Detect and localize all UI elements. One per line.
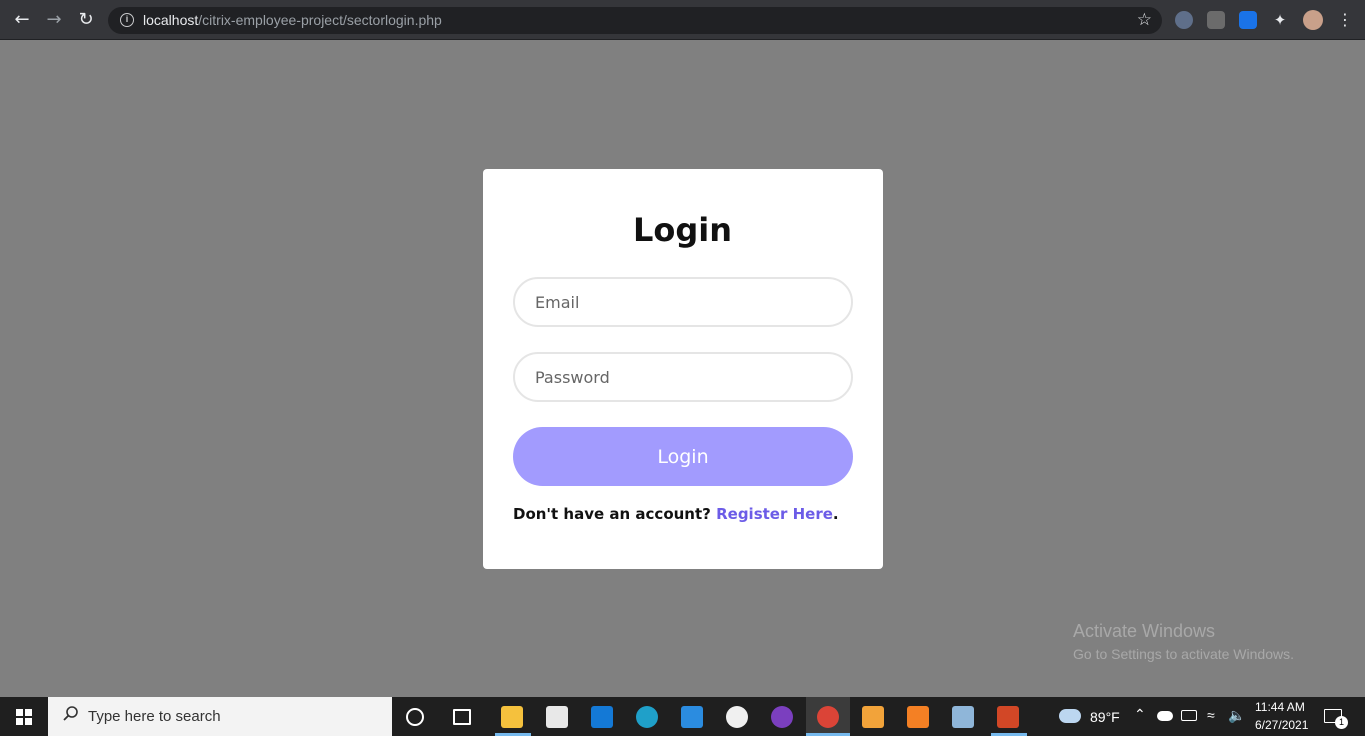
reload-icon[interactable]: ↻ [74,8,98,32]
search-icon [63,706,78,721]
login-title: Login [632,211,733,249]
extensions-puzzle-icon[interactable]: ✦ [1271,11,1289,29]
file-explorer-icon[interactable] [501,706,523,728]
back-arrow-icon[interactable]: ← [10,8,34,32]
wifi-icon[interactable]: ≈ [1207,707,1215,723]
c-extension-icon[interactable] [1239,11,1257,29]
battery-icon[interactable] [1181,710,1197,721]
mongodb-compass-icon[interactable] [726,706,748,728]
taskbar-search-box[interactable]: Type here to search [48,697,392,736]
start-button[interactable] [0,697,48,736]
clock-date[interactable]: 6/27/2021 [1255,718,1308,732]
email-input[interactable] [513,277,853,327]
microsoft-store-icon[interactable] [546,706,568,728]
notepad-icon[interactable] [952,706,974,728]
address-bar[interactable]: i localhost/citrix-employee-project/sect… [108,7,1162,34]
login-button[interactable]: Login [513,427,853,486]
cursor-extension-icon[interactable] [1175,11,1193,29]
browser-toolbar: ← → ↻ i localhost/citrix-employee-projec… [0,0,1365,40]
windows-logo-icon [16,708,32,725]
watermark-subtitle: Go to Settings to activate Windows. [1073,646,1294,662]
password-input[interactable] [513,352,853,402]
windows-taskbar: Type here to search 89°F ⌃ ≈ 🔈 11:44 AM … [0,697,1365,736]
volume-icon[interactable]: 🔈 [1228,707,1245,724]
github-desktop-icon[interactable] [771,706,793,728]
sublime-text-icon[interactable] [862,706,884,728]
register-link[interactable]: Register Here [716,505,833,523]
forward-arrow-icon[interactable]: → [42,8,66,32]
chrome-icon[interactable] [817,706,839,728]
cloud-extension-icon[interactable] [1207,11,1225,29]
profile-avatar[interactable] [1303,10,1323,30]
bookmark-star-icon[interactable]: ☆ [1137,10,1152,30]
weather-cloud-icon[interactable] [1059,709,1081,723]
mail-icon[interactable] [591,706,613,728]
activate-windows-watermark: Activate Windows Go to Settings to activ… [1073,621,1294,662]
xampp-icon[interactable] [907,706,929,728]
powerpoint-icon[interactable] [997,706,1019,728]
menu-kebab-icon[interactable]: ⋮ [1337,11,1353,29]
weather-temperature[interactable]: 89°F [1090,709,1120,725]
site-info-icon[interactable]: i [120,13,134,27]
register-prompt-text: Don't have an account? [513,505,711,523]
address-url[interactable]: localhost/citrix-employee-project/sector… [143,12,442,28]
cortana-icon[interactable] [406,708,424,726]
search-placeholder: Type here to search [88,708,221,725]
edge-icon[interactable] [636,706,658,728]
notification-count-badge: 1 [1335,716,1348,729]
watermark-title: Activate Windows [1073,621,1216,641]
onedrive-icon[interactable] [1157,711,1173,721]
vscode-icon[interactable] [681,706,703,728]
register-prompt: Don't have an account? Register Here. [513,505,839,523]
register-suffix: . [832,505,839,523]
task-view-icon[interactable] [453,709,471,725]
clock-time[interactable]: 11:44 AM [1255,700,1305,714]
tray-chevron-up-icon[interactable]: ⌃ [1134,706,1146,723]
